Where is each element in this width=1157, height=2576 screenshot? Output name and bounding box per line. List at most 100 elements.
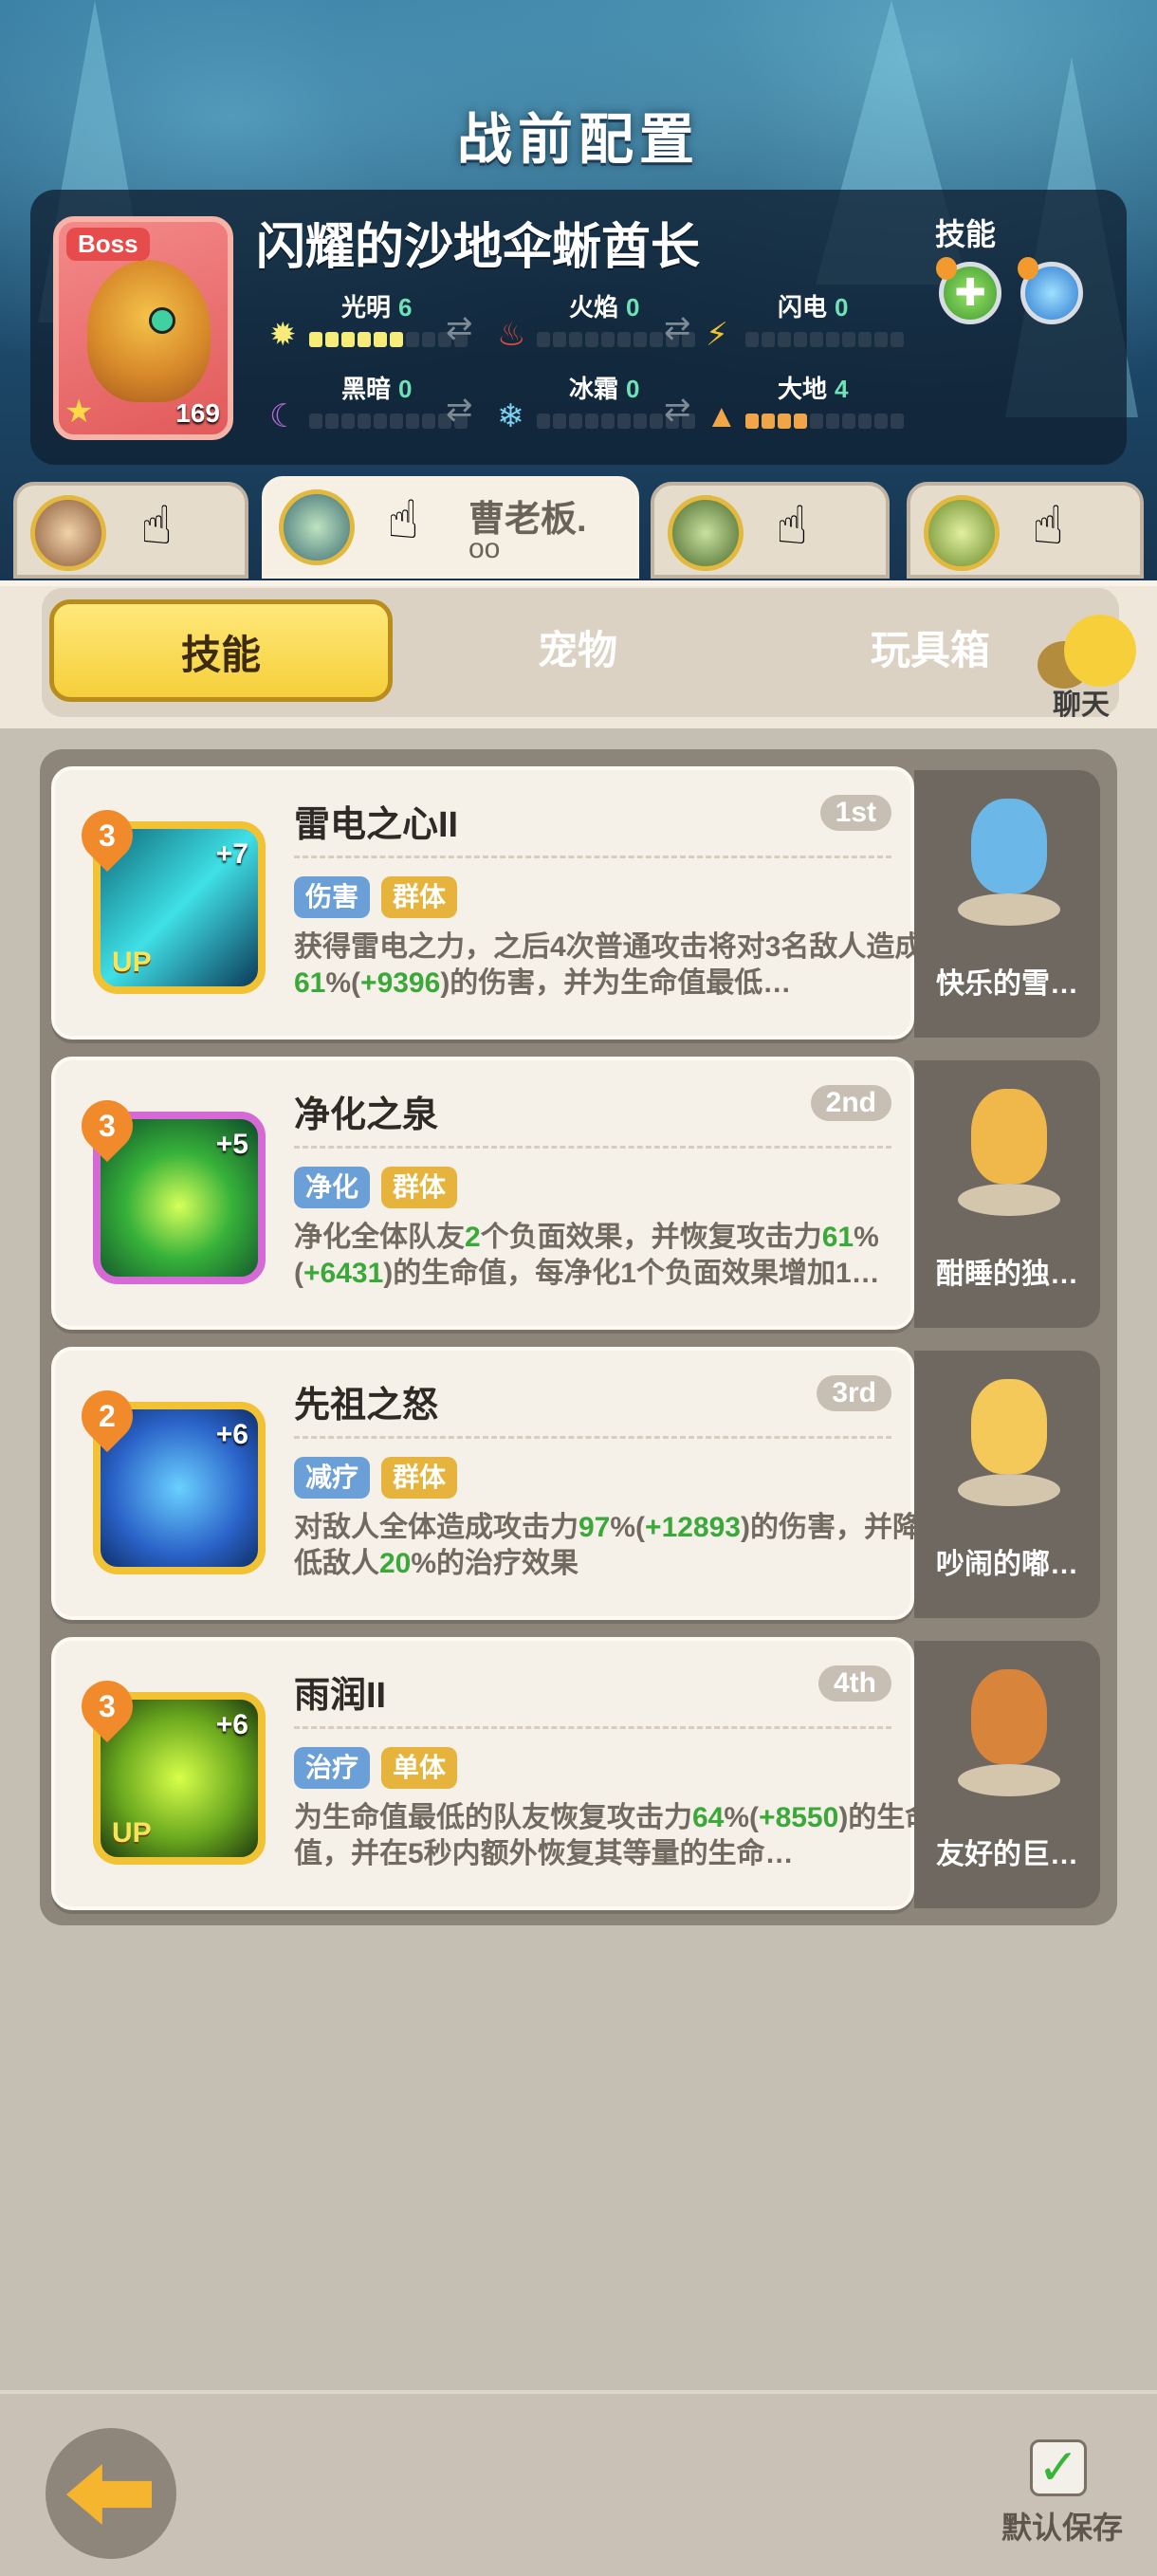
boss-portrait[interactable]: Boss ★ 169 — [53, 216, 233, 440]
default-save-label[interactable]: 默认保存 — [1001, 2504, 1123, 2548]
tab-pets[interactable]: 宠物 — [406, 599, 749, 702]
skill-card[interactable]: 3 +7 UP 雷电之心II 1st 伤害 群体 获得雷电之力，之后4次普通攻击将对3名敌人造… — [51, 766, 923, 1040]
element-pip — [826, 414, 839, 429]
skill-tag: 群体 — [381, 1457, 458, 1499]
skill-icon[interactable]: 3 +5 — [70, 1089, 266, 1284]
skill-description: 对敌人全体造成攻击力97%(+12893)的伤害，并降低敌人20%的治疗效果 — [294, 1510, 939, 1582]
skill-description: 为生命值最低的队友恢复攻击力64%(+8550)的生命值，并在5秒内额外恢复其等… — [294, 1800, 939, 1872]
boss-name: 闪耀的沙地伞蜥酋长 — [256, 220, 701, 275]
element-pip — [794, 414, 807, 429]
skill-icon[interactable]: 2 +6 — [70, 1379, 266, 1574]
desc-segment: 净化全体队友 — [294, 1222, 465, 1253]
element-pip — [634, 332, 647, 347]
element-pip — [778, 332, 791, 347]
element-value: 0 — [398, 375, 413, 403]
heal-skill-icon[interactable]: ✚ — [936, 257, 1001, 324]
pet-pedestal — [958, 1474, 1060, 1506]
sun-icon: ✹ — [269, 317, 297, 353]
skill-tag: 群体 — [381, 1167, 458, 1208]
element-value: 6 — [398, 293, 413, 322]
skill-rank-badge: 3rd — [817, 1375, 891, 1411]
assigned-pet[interactable]: 友好的巨… — [914, 1641, 1100, 1908]
swap-arrow-icon: ⇄ — [446, 310, 473, 346]
element-pip — [569, 332, 582, 347]
pet-pedestal — [958, 1184, 1060, 1216]
element-pip — [325, 414, 339, 429]
water-skill-icon[interactable] — [1018, 257, 1083, 324]
default-save-checkbox[interactable]: ✓ — [1030, 2439, 1087, 2496]
desc-segment: 个负面效果，并恢复攻击力 — [480, 1222, 822, 1253]
pet-body — [971, 1669, 1047, 1764]
element-pip — [406, 414, 419, 429]
pet-body — [971, 1379, 1047, 1474]
skill-tag: 减疗 — [294, 1457, 371, 1499]
tap-hand-icon: ☝ — [140, 495, 174, 555]
teammate-tab-2[interactable]: ☝ 曹老板. oo — [262, 476, 639, 579]
pet-name: 友好的巨… — [936, 1839, 1078, 1870]
desc-segment: %( — [610, 1512, 646, 1543]
element-label: 火焰 0 — [569, 288, 639, 323]
desc-segment: 20 — [379, 1548, 412, 1579]
skill-card[interactable]: 3 +5 净化之泉 2nd 净化 群体 净化全体队友2个负面效果，并恢复攻击力61%(+64… — [51, 1057, 914, 1330]
element-pip — [842, 332, 855, 347]
skill-plus: +6 — [215, 1419, 248, 1450]
skill-card[interactable]: 2 +6 先祖之怒 3rd 减疗 群体 对敌人全体造成攻击力97%(+12893)的伤害，并… — [51, 1347, 921, 1620]
element-progress-bar — [745, 414, 904, 429]
skill-card[interactable]: 3 +6 UP 雨润II 4th 治疗 单体 为生命值最低的队友恢复攻击力64%(+8550)… — [51, 1637, 933, 1910]
skill-level-badge: 3 — [70, 1669, 144, 1743]
element-pip — [874, 414, 888, 429]
element-pip — [842, 414, 855, 429]
pet-name: 吵闹的嘟… — [936, 1549, 1078, 1580]
skill-level: 3 — [99, 1109, 116, 1144]
tab-skills[interactable]: 技能 — [49, 599, 393, 702]
element-pip — [778, 414, 791, 429]
element-pip — [601, 332, 615, 347]
teammate-status: oo — [468, 533, 501, 564]
tap-hand-icon: ☝ — [776, 495, 809, 555]
element-pip — [858, 332, 872, 347]
element-pip — [309, 332, 322, 347]
element-value: 4 — [835, 375, 849, 403]
element-pip — [569, 414, 582, 429]
skill-tag: 伤害 — [294, 876, 371, 918]
element-pip — [617, 414, 631, 429]
element-pip — [810, 332, 823, 347]
skill-title: 先祖之怒 — [294, 1386, 439, 1426]
teammate-tab-1[interactable]: ☝ — [13, 482, 248, 579]
pet-pedestal — [958, 893, 1060, 926]
teammate-tab-4[interactable]: ☝ — [907, 482, 1144, 579]
skill-tag: 治疗 — [294, 1747, 371, 1789]
chat-label[interactable]: 聊天 — [1053, 681, 1110, 723]
element-label: 光明 6 — [341, 288, 412, 323]
desc-segment: 获得雷电之力，之后4次普通攻击将对3名敌人造成 — [294, 931, 924, 963]
desc-segment: +9396 — [360, 967, 441, 999]
element-pip — [374, 332, 387, 347]
assigned-pet[interactable]: 吵闹的嘟… — [914, 1351, 1100, 1618]
divider — [294, 1436, 891, 1439]
star-icon: ★ — [64, 394, 94, 430]
mountain-icon: ▲ — [706, 398, 738, 434]
skill-icon[interactable]: 3 +7 UP — [70, 799, 266, 994]
element-pip — [537, 414, 550, 429]
page-title: 战前配置 — [456, 109, 700, 171]
skill-level: 3 — [99, 1689, 116, 1724]
moon-icon: ☾ — [269, 398, 299, 434]
boss-skills-label: 技能 — [935, 217, 997, 251]
skill-rank-badge: 1st — [819, 795, 891, 831]
element-pip — [891, 332, 904, 347]
element-value: 0 — [626, 375, 640, 403]
skill-level-badge: 3 — [70, 799, 144, 873]
element-pip — [601, 414, 615, 429]
desc-segment: +12893 — [645, 1512, 741, 1543]
snowflake-icon: ❄ — [497, 398, 524, 434]
assigned-pet[interactable]: 快乐的雪… — [914, 770, 1100, 1038]
desc-segment: %( — [325, 967, 361, 999]
skill-icon[interactable]: 3 +6 UP — [70, 1669, 266, 1865]
assigned-pet[interactable]: 酣睡的独… — [914, 1060, 1100, 1328]
skill-tag: 群体 — [381, 876, 458, 918]
teammate-tab-3[interactable]: ☝ — [651, 482, 890, 579]
teammate-avatar — [279, 489, 355, 565]
pet-figure — [952, 793, 1066, 926]
desc-segment: %的治疗效果 — [411, 1548, 579, 1579]
swap-arrow-icon: ⇄ — [664, 310, 691, 346]
